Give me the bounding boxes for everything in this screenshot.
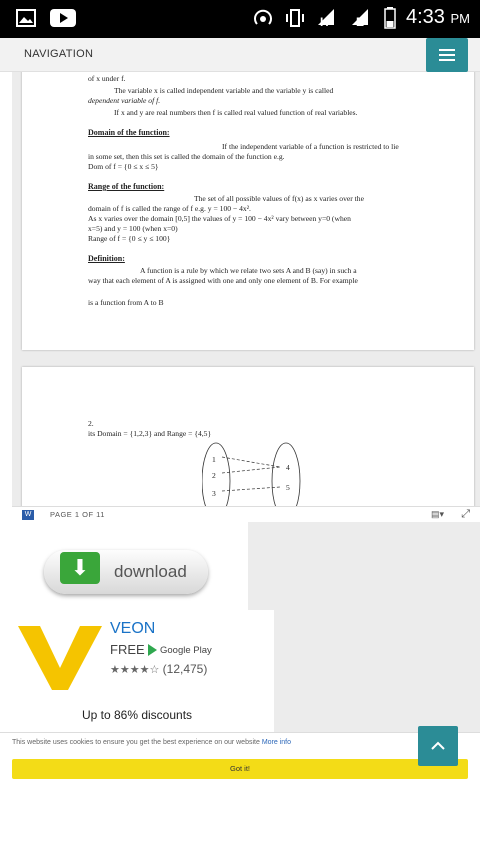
doc-line: is a function from A to B — [88, 298, 164, 307]
doc-line: its Domain = {1,2,3} and Range = {4,5} — [88, 429, 212, 438]
word-doc-icon: W — [22, 510, 34, 520]
hotspot-icon — [254, 9, 272, 25]
promo-text: Up to 86% discounts — [81, 708, 193, 722]
doc-line: If the independent variable of a functio… — [222, 142, 399, 151]
doc-line: Range of f = {0 ≤ y ≤ 100} — [88, 234, 171, 243]
google-play-badge: Google Play — [148, 644, 212, 656]
document-viewer[interactable]: of x under f. The variable x is called i… — [12, 72, 480, 522]
app-ad-card[interactable]: VEON FREE Google Play ★★★★☆ (12,475) Up … — [0, 610, 274, 732]
viewer-toolbar: W PAGE 1 OF 11 ▤▾ ⤢ — [12, 506, 480, 522]
navigation-title: NAVIGATION — [24, 48, 94, 60]
doc-line: dependent variable of f. — [88, 96, 161, 105]
diagram-label: 2 — [212, 471, 216, 480]
page-indicator: PAGE 1 OF 11 — [50, 510, 105, 519]
diagram-label: 4 — [286, 463, 290, 472]
status-bar: H E 4:33 PM — [0, 0, 480, 38]
app-price: FREE — [110, 642, 145, 657]
veon-logo — [18, 626, 102, 690]
viewer-menu-icon[interactable]: ▤▾ — [431, 509, 444, 520]
mapping-diagram — [202, 442, 301, 507]
left-margin — [0, 72, 12, 522]
battery-icon — [384, 6, 396, 29]
cookie-banner: This website uses cookies to ensure you … — [0, 732, 480, 786]
diagram-label: 3 — [212, 489, 216, 498]
doc-line: The variable x is called independent var… — [114, 86, 334, 95]
doc-line: of x under f. — [88, 74, 126, 83]
clock: 4:33 PM — [406, 6, 470, 28]
got-it-button[interactable]: Got it! — [12, 759, 468, 779]
download-ad: ⬇ download — [0, 522, 248, 610]
google-play-icon — [148, 644, 157, 656]
doc-line: 2. — [88, 419, 94, 428]
doc-heading-definition: Definition: — [88, 254, 125, 263]
diagram-label: 1 — [212, 455, 216, 464]
navigation-bar: NAVIGATION — [0, 38, 480, 72]
ad-placeholder — [248, 522, 480, 732]
doc-line: A function is a rule by which we relate … — [140, 266, 357, 275]
app-rating: ★★★★☆ (12,475) — [110, 662, 208, 676]
doc-line: The set of all possible values of f(x) a… — [194, 194, 364, 203]
youtube-icon — [50, 9, 76, 27]
document-page-2: 2. its Domain = {1,2,3} and Range = {4,5… — [22, 367, 474, 522]
image-icon — [16, 9, 36, 27]
download-arrow-icon: ⬇ — [60, 552, 100, 584]
more-info-link[interactable]: More info — [262, 739, 291, 746]
app-name: VEON — [110, 620, 156, 637]
ad-area: ⬇ download VEON FREE Google Play ★★★★☆ (… — [0, 522, 480, 732]
cookie-text: This website uses cookies to ensure you … — [12, 739, 292, 746]
doc-line: Dom of f = {0 ≤ x ≤ 5} — [88, 162, 159, 171]
doc-heading-range: Range of the function: — [88, 182, 165, 191]
document-page-1: of x under f. The variable x is called i… — [22, 72, 474, 350]
vibrate-icon — [286, 8, 304, 27]
network-type-e: E — [356, 14, 365, 29]
doc-line: in some set, then this set is called the… — [88, 152, 285, 161]
doc-line: x=5) and y = 100 (when x=0) — [88, 224, 178, 233]
network-type-h: H — [320, 14, 329, 29]
doc-line: As x varies over the domain [0,5] the va… — [88, 214, 351, 223]
chevron-up-icon — [431, 741, 445, 750]
scroll-to-top-button[interactable] — [418, 726, 458, 766]
doc-line: domain of f is called the range of f e.g… — [88, 204, 251, 213]
doc-line: If x and y are real numbers then f is ca… — [114, 108, 358, 117]
diagram-label: 5 — [286, 483, 290, 492]
watermark-image — [152, 172, 153, 173]
doc-line: way that each element of A is assigned w… — [88, 276, 358, 285]
doc-heading-domain: Domain of the function: — [88, 128, 170, 137]
expand-icon[interactable]: ⤢ — [461, 508, 470, 521]
menu-icon[interactable] — [426, 38, 468, 72]
download-label: download — [114, 562, 187, 581]
download-button[interactable]: ⬇ download — [44, 550, 208, 594]
